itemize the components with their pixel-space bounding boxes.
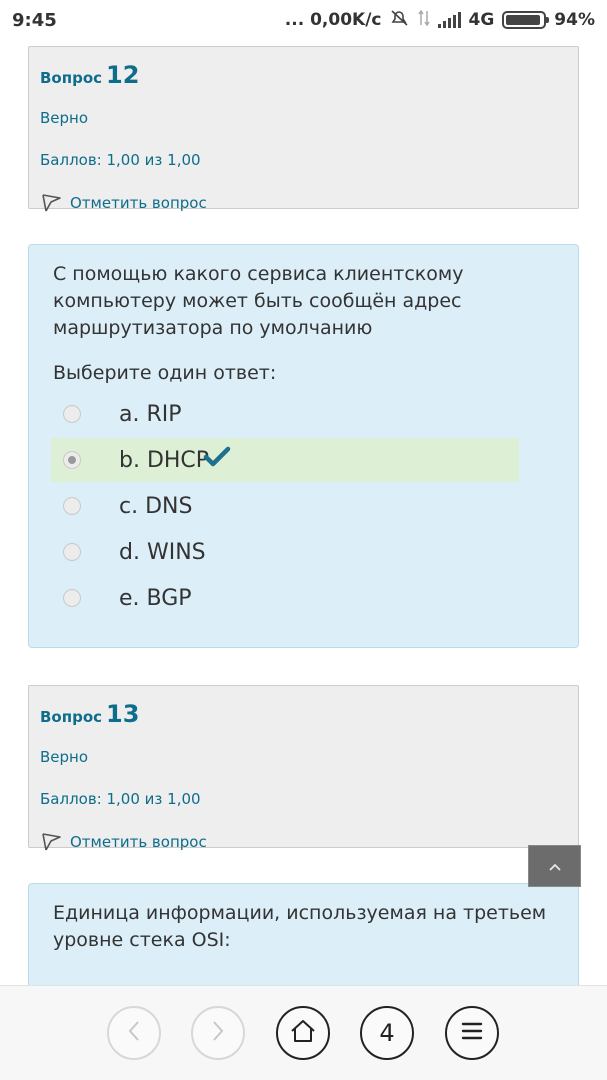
flag-icon [40,832,62,852]
radio-button[interactable] [63,405,81,423]
question-12-info: Вопрос 12 Верно Баллов: 1,00 из 1,00 Отме… [28,46,579,212]
question-state: Верно [40,109,89,127]
back-button[interactable] [107,1006,161,1060]
answer-option-b[interactable]: b. DHCP [51,438,519,482]
back-icon [126,1020,142,1046]
signal-icon [437,12,461,28]
menu-button[interactable] [445,1006,499,1060]
question-grade: Баллов: 1,00 из 1,00 [40,790,201,808]
question-grade: Баллов: 1,00 из 1,00 [40,151,201,169]
answer-label: b. DHCP [119,447,210,473]
forward-button[interactable] [191,1006,245,1060]
answer-option-e[interactable]: e. BGP [51,576,519,620]
radio-button[interactable] [63,543,81,561]
correct-check-icon [203,446,231,474]
status-bar: 9:45 ... 0,00K/c 4G 94% [0,0,607,40]
question-13-info: Вопрос 13 Верно Баллов: 1,00 из 1,00 Отме… [28,685,579,851]
question-12-formulation: С помощью какого сервиса клиентскому ком… [28,244,579,648]
quiz-review-page: Вопрос 12 Верно Баллов: 1,00 из 1,00 Отме… [0,40,607,1023]
mute-alarm-icon [390,9,410,32]
menu-icon [460,1021,484,1045]
tab-count: 4 [379,1019,395,1047]
question-text: С помощью какого сервиса клиентскому ком… [53,263,464,339]
forward-icon [210,1020,226,1046]
question-label: Вопрос [40,708,103,726]
question-text: Единица информации, используемая на трет… [53,902,547,951]
net-speed: ... 0,00K/c [284,10,382,30]
answer-option-a[interactable]: a. RIP [51,392,519,436]
status-time: 9:45 [12,9,57,31]
radio-button-checked[interactable] [63,451,81,469]
flag-question-link[interactable]: Отметить вопрос [40,832,567,852]
browser-nav-bar: 4 [0,985,607,1080]
status-indicators: ... 0,00K/c 4G 94% [285,9,595,32]
answer-label-wrap: b. DHCP [119,446,231,474]
flag-question-link[interactable]: Отметить вопрос [40,193,567,213]
radio-button[interactable] [63,589,81,607]
tabs-button[interactable]: 4 [360,1006,414,1060]
answer-prompt: Выберите один ответ: [53,362,277,384]
question-number: Вопрос 12 [40,61,567,89]
home-button[interactable] [276,1006,330,1060]
radio-button[interactable] [63,497,81,515]
battery-icon [502,11,550,29]
scroll-to-top-button[interactable] [528,845,581,887]
answer-label: c. DNS [119,493,193,519]
flag-label: Отметить вопрос [70,194,207,212]
battery-percent: 94% [554,10,595,30]
flag-label: Отметить вопрос [70,833,207,851]
network-type: 4G [468,10,495,30]
home-icon [290,1019,316,1047]
question-number: Вопрос 13 [40,700,567,728]
answer-label: e. BGP [119,585,192,611]
answer-label: d. WINS [119,539,206,565]
data-arrows-icon [417,9,430,32]
chevron-up-icon [548,857,562,876]
question-state: Верно [40,748,89,766]
answer-label: a. RIP [119,401,182,427]
question-num: 13 [106,700,140,728]
flag-icon [40,193,62,213]
answer-option-d[interactable]: d. WINS [51,530,519,574]
question-num: 12 [106,61,140,89]
question-label: Вопрос [40,69,103,87]
answer-option-c[interactable]: c. DNS [51,484,519,528]
answer-list: a. RIP b. DHCP c. DNS d. WINS e. BGP [51,392,554,620]
